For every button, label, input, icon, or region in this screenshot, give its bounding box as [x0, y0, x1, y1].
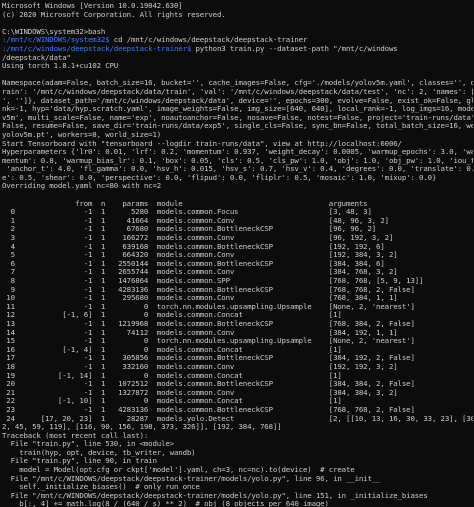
output-line: 16 [-1, 4] 1 0 models.common.Concat [1] [2, 345, 342, 354]
output-line: self._initialize_biases() # only run onc… [2, 483, 200, 492]
output-line: Start Tensorboard with "tensorboard --lo… [2, 139, 402, 148]
output-line: ', '']}, dataset_path='/mnt/c/windows/de… [2, 96, 473, 105]
output-line: 24 [17, 20, 23] 1 28287 models.yolo.Dete… [2, 414, 473, 423]
output-line: v5m', multi_scale=False, name='exp', noa… [2, 113, 473, 122]
command-continuation: /deepstack/data" [2, 53, 71, 62]
output-line: Traceback (most recent call last): [2, 431, 149, 440]
output-line: 12 [-1, 6] 1 0 models.common.Concat [1] [2, 311, 342, 320]
prompt-path: C:\WINDOWS\system32> [2, 27, 88, 36]
output-line: Overriding model.yaml nc=80 with nc=2 [2, 182, 162, 191]
prompt-path: :/mnt/c/WINDOWS/system32$ [2, 36, 110, 45]
terminal-output: Using torch 1.8.1+cu102 CPU Namespace(ada… [2, 62, 473, 507]
output-line: 8 -1 1 1476864 models.common.SPP [768, 7… [2, 277, 424, 285]
output-line: yolov5m.pt', workers=8, world_size=1) [2, 130, 162, 139]
output-line: Using torch 1.8.1+cu102 CPU [2, 62, 119, 71]
prompt-path: :/mnt/c/windows/deepstack/deepstack-trai… [2, 44, 192, 53]
output-line: File "/mnt/c/WINDOWS/deepstack/deepstack… [2, 491, 428, 500]
output-line: 6 -1 1 2550144 models.common.BottleneckC… [2, 259, 385, 268]
output-line: 19 [-1, 14] 1 0 models.common.Concat [1] [2, 371, 342, 380]
output-line: File "train.py", line 90, in train [2, 457, 157, 466]
output-line: 21 -1 1 1327872 models.common.Conv [384,… [2, 388, 398, 397]
output-line: b[:, 4] += math.log(8 / (640 / s) ** 2) … [2, 500, 329, 507]
output-line: 20 -1 1 1072512 models.common.Bottleneck… [2, 380, 415, 389]
output-line: 23 -1 1 4283136 models.common.Bottleneck… [2, 405, 415, 414]
prompt-line: C:\WINDOWS\system32>bash [2, 28, 473, 37]
output-line: 4 -1 1 639168 models.common.BottleneckCS… [2, 242, 385, 251]
output-line: 22 [-1, 10] 1 0 models.common.Concat [1] [2, 397, 342, 406]
output-line: e': 0.5, 'shear': 0.0, 'perspective': 0.… [2, 173, 437, 182]
output-line: train(hyp, opt, device, tb_writer, wandb… [2, 448, 196, 457]
output-line: 14 -1 1 74112 models.common.Conv [384, 1… [2, 328, 398, 337]
terminal-window[interactable]: Microsoft Windows [Version 10.0.19042.63… [0, 0, 474, 507]
output-line: 10 -1 1 295680 models.common.Conv [768, … [2, 294, 398, 303]
output-line: 'anchor_t': 4.0, 'fl_gamma': 0.0, 'hsv_h… [2, 165, 473, 174]
output-line: 13 -1 1 1219968 models.common.Bottleneck… [2, 319, 415, 328]
command-text: bash [88, 27, 106, 36]
prompt-line: :/mnt/c/WINDOWS/system32$ cd /mnt/c/wind… [2, 36, 473, 45]
output-line: 17 -1 1 305856 models.common.BottleneckC… [2, 354, 415, 363]
output-line: 7 -1 1 2655744 models.common.Conv [384, … [2, 268, 398, 277]
output-line: rain': '/mnt/c/windows/deepstack/data/tr… [2, 87, 473, 96]
output-line: 2 -1 1 67680 models.common.BottleneckCSP… [2, 225, 377, 234]
output-line: nk=-1, hyp='data/hyp.scratch.yaml', imag… [2, 105, 473, 114]
output-line: False, resume=False, save_dir='train-run… [2, 122, 473, 131]
banner-line: (c) 2020 Microsoft Corporation. All righ… [2, 10, 226, 19]
output-line: mentum': 0.8, 'warmup_bias_lr': 0.1, 'bo… [2, 156, 473, 165]
command-text: python3 train.py --dataset-path "/mnt/c/… [191, 44, 398, 53]
output-line: File "/mnt/c/WINDOWS/deepstack/deepstack… [2, 474, 381, 483]
command-text: cd /mnt/c/windows/deepstack/deepstack-tr… [109, 36, 308, 45]
prompt-line: :/mnt/c/windows/deepstack/deepstack-trai… [2, 45, 473, 54]
output-line: model = Model(opt.cfg or ckpt['model'].y… [2, 466, 355, 475]
output-line: 18 -1 1 332160 models.common.Conv [192, … [2, 362, 398, 371]
banner-line: Microsoft Windows [Version 10.0.19042.63… [2, 2, 183, 10]
output-line: 11 -1 1 0 torch.nn.modules.upsampling.Up… [2, 302, 415, 311]
output-line: 9 -1 1 4283136 models.common.BottleneckC… [2, 285, 415, 294]
output-line: Hyperparameters {'lr0': 0.01, 'lrf': 0.2… [2, 148, 473, 157]
output-line: 5 -1 1 664320 models.common.Conv [192, 3… [2, 251, 398, 260]
output-line: 2, 45, 59, 119], [116, 90, 156, 198, 373… [2, 423, 282, 432]
output-line: 3 -1 1 166272 models.common.Conv [96, 19… [2, 234, 394, 243]
output-line: File "train.py", line 530, in <module> [2, 440, 175, 449]
output-line: 0 -1 1 5280 models.common.Focus [3, 48, … [2, 208, 372, 217]
output-line: 15 -1 1 0 torch.nn.modules.upsampling.Up… [2, 337, 415, 346]
output-line: from n params module arguments [2, 199, 368, 208]
output-line: Namespace(adam=False, batch_size=16, buc… [2, 79, 473, 88]
output-line: 1 -1 1 41664 models.common.Conv [48, 96,… [2, 216, 390, 225]
